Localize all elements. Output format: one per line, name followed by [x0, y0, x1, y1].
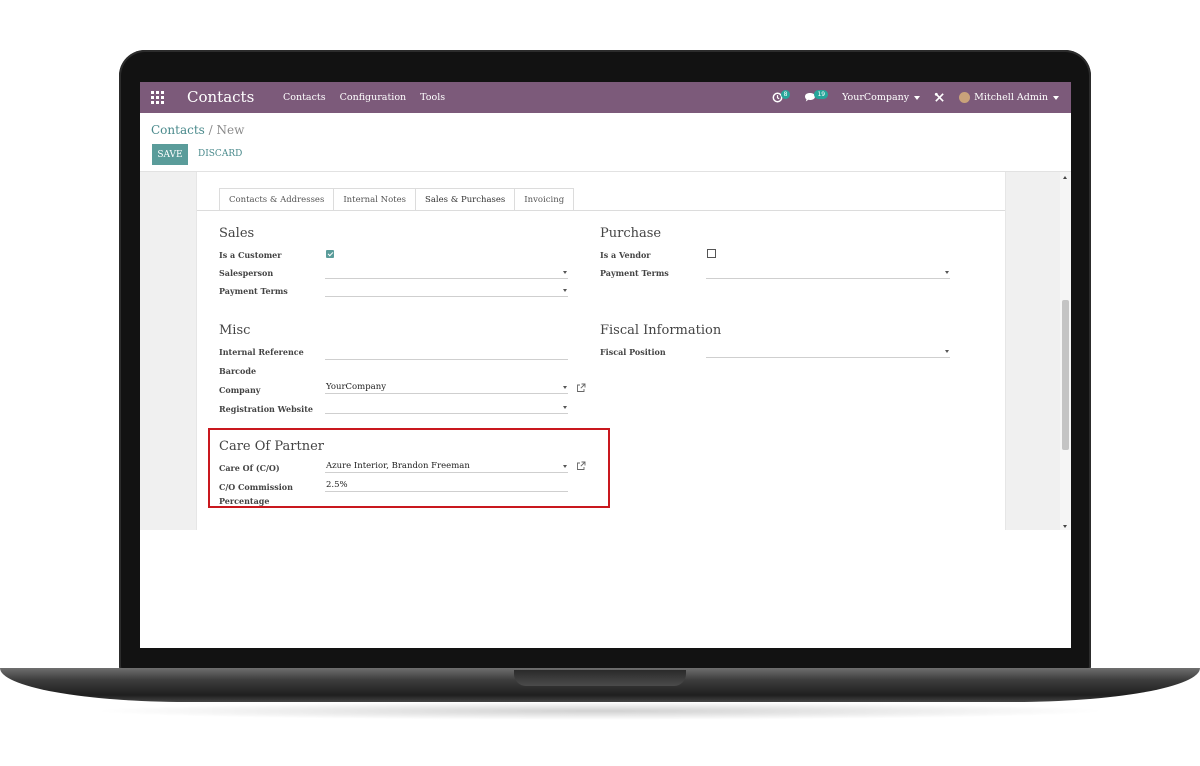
nav-right: 8 19 YourCompany Mitchell Admin — [772, 82, 1071, 113]
scroll-up-icon[interactable] — [1063, 176, 1067, 179]
sales-section-title: Sales — [219, 226, 255, 241]
commission-label: C/O Commission — [219, 482, 293, 492]
company-value: YourCompany — [326, 382, 386, 392]
is-customer-label: Is a Customer — [219, 250, 282, 260]
menu-item-configuration[interactable]: Configuration — [340, 92, 407, 103]
save-button[interactable]: SAVE — [152, 144, 188, 165]
laptop-notch — [514, 670, 686, 686]
registration-website-select[interactable] — [325, 401, 568, 414]
commission-label-second-line: Percentage — [219, 496, 270, 506]
messages-badge: 19 — [814, 90, 829, 99]
caret-down-icon — [563, 289, 567, 292]
sales-payment-terms-select[interactable] — [325, 284, 568, 297]
app-screen: Contacts Contacts Configuration Tools 8 … — [140, 82, 1071, 648]
purchase-section-title: Purchase — [600, 226, 662, 241]
user-menu[interactable]: Mitchell Admin — [959, 92, 1059, 103]
tabs-divider — [197, 210, 1005, 211]
is-vendor-checkbox[interactable] — [707, 249, 716, 258]
user-name: Mitchell Admin — [974, 92, 1048, 103]
apps-menu-icon[interactable] — [151, 91, 164, 104]
internal-reference-input[interactable] — [325, 347, 568, 360]
salesperson-label: Salesperson — [219, 268, 274, 278]
fiscal-position-select[interactable] — [706, 345, 950, 358]
caret-down-icon — [563, 406, 567, 409]
commission-value: 2.5% — [326, 480, 348, 490]
tab-invoicing[interactable]: Invoicing — [514, 188, 575, 210]
form-content: Contacts & Addresses Internal Notes Sale… — [140, 172, 1071, 530]
purchase-payment-terms-select[interactable] — [706, 266, 950, 279]
care-of-label: Care Of (C/O) — [219, 463, 280, 473]
purchase-payment-terms-label: Payment Terms — [600, 268, 669, 278]
notebook-tabs: Contacts & Addresses Internal Notes Sale… — [219, 188, 575, 210]
discard-button[interactable]: DISCARD — [198, 149, 242, 159]
sales-payment-terms-label: Payment Terms — [219, 286, 288, 296]
external-link-icon[interactable] — [576, 383, 586, 393]
is-customer-checkbox[interactable] — [326, 250, 334, 258]
breadcrumb-current: New — [216, 123, 245, 137]
misc-section-title: Misc — [219, 323, 251, 338]
vertical-scrollbar[interactable] — [1060, 172, 1071, 530]
scroll-thumb[interactable] — [1062, 300, 1069, 450]
fiscal-position-label: Fiscal Position — [600, 347, 666, 357]
external-link-icon[interactable] — [576, 461, 586, 471]
company-switcher[interactable]: YourCompany — [842, 92, 921, 103]
activity-badge: 8 — [780, 90, 791, 99]
form-sheet: Contacts & Addresses Internal Notes Sale… — [196, 172, 1006, 530]
caret-down-icon — [563, 271, 567, 274]
is-vendor-label: Is a Vendor — [600, 250, 651, 260]
care-of-select[interactable]: Azure Interior, Brandon Freeman — [325, 460, 568, 473]
breadcrumb-separator: / — [204, 123, 217, 137]
company-name: YourCompany — [842, 92, 910, 103]
tab-contacts-addresses[interactable]: Contacts & Addresses — [219, 188, 335, 210]
internal-reference-label: Internal Reference — [219, 347, 304, 357]
barcode-label: Barcode — [219, 366, 257, 376]
company-select[interactable]: YourCompany — [325, 381, 568, 394]
nav-menu: Contacts Configuration Tools — [283, 92, 445, 103]
scroll-down-icon[interactable] — [1063, 525, 1067, 528]
activity-button[interactable]: 8 — [772, 90, 791, 103]
caret-down-icon — [945, 350, 949, 353]
salesperson-select[interactable] — [325, 266, 568, 279]
laptop-shadow — [90, 702, 1110, 720]
caret-down-icon — [914, 95, 921, 100]
care-of-section-title: Care Of Partner — [219, 439, 324, 454]
caret-down-icon — [563, 386, 567, 389]
commission-percentage-input[interactable]: 2.5% — [325, 479, 568, 492]
app-brand[interactable]: Contacts — [187, 88, 254, 106]
messages-button[interactable]: 19 — [804, 90, 829, 103]
menu-item-contacts[interactable]: Contacts — [283, 92, 326, 103]
registration-website-label: Registration Website — [219, 404, 313, 414]
tab-internal-notes[interactable]: Internal Notes — [333, 188, 416, 210]
breadcrumb: Contacts / New — [151, 123, 244, 137]
avatar — [959, 92, 971, 103]
tab-sales-purchases[interactable]: Sales & Purchases — [415, 188, 516, 210]
caret-down-icon — [1053, 95, 1059, 100]
care-of-value: Azure Interior, Brandon Freeman — [326, 461, 470, 471]
tools-icon — [934, 92, 944, 102]
menu-item-tools[interactable]: Tools — [420, 92, 445, 103]
debug-tools-button[interactable] — [934, 92, 945, 103]
fiscal-section-title: Fiscal Information — [600, 323, 722, 338]
control-panel: Contacts / New SAVE DISCARD — [140, 113, 1071, 172]
company-label: Company — [219, 385, 261, 395]
top-navbar: Contacts Contacts Configuration Tools 8 … — [140, 82, 1071, 113]
caret-down-icon — [945, 271, 949, 274]
breadcrumb-root[interactable]: Contacts — [151, 123, 205, 137]
caret-down-icon — [563, 465, 567, 468]
